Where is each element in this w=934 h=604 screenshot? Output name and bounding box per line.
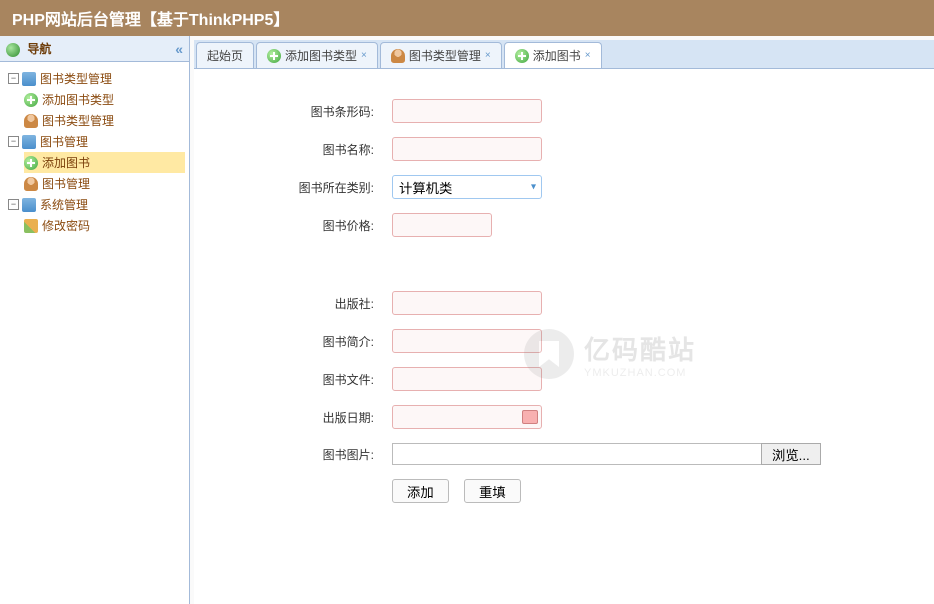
user-icon [391,49,405,63]
tab-close-icon[interactable]: × [361,50,367,61]
label-date: 出版日期: [234,409,374,426]
select-category[interactable] [392,175,542,199]
header-title: PHP网站后台管理【基于ThinkPHP5】 [12,12,289,29]
add-icon [24,156,38,170]
input-barcode[interactable] [392,99,542,123]
tab-label: 起始页 [207,47,243,64]
label-file: 图书文件: [234,371,374,388]
input-image-path[interactable] [392,443,762,465]
label-publisher: 出版社: [234,295,374,312]
calendar-icon[interactable] [522,410,538,424]
tree-toggle-icon[interactable]: − [8,199,19,210]
pencil-icon [24,219,38,233]
tree-node-book-mgmt[interactable]: − 图书管理 [8,131,185,152]
user-icon [24,177,38,191]
tree-node-change-password[interactable]: 修改密码 [24,215,185,236]
tree-node-book-type-mgmt[interactable]: − 图书类型管理 [8,68,185,89]
form-panel: 图书条形码: 图书名称: 图书所在类别: ▾ 图书价格: 出版社: [194,69,934,604]
label-category: 图书所在类别: [234,179,374,196]
tab-book-type-mgmt[interactable]: 图书类型管理 × [380,42,502,68]
tree-node-book-type-list[interactable]: 图书类型管理 [24,110,185,131]
tree-node-book-list[interactable]: 图书管理 [24,173,185,194]
label-price: 图书价格: [234,217,374,234]
globe-icon [6,43,20,57]
input-publisher[interactable] [392,291,542,315]
tab-close-icon[interactable]: × [585,50,591,61]
submit-button[interactable]: 添加 [392,479,449,503]
app-icon [22,198,36,212]
input-name[interactable] [392,137,542,161]
input-price[interactable] [392,213,492,237]
browse-button[interactable]: 浏览... [761,443,821,465]
app-icon [22,135,36,149]
input-file[interactable] [392,367,542,391]
label-barcode: 图书条形码: [234,103,374,120]
tab-add-book-type[interactable]: 添加图书类型 × [256,42,378,68]
input-date[interactable] [392,405,542,429]
add-icon [24,93,38,107]
label-image: 图书图片: [234,446,374,463]
user-icon [24,114,38,128]
content-area: 起始页 添加图书类型 × 图书类型管理 × 添加图书 × 图书条形码: [190,36,934,604]
tree-node-add-book-type[interactable]: 添加图书类型 [24,89,185,110]
label-name: 图书名称: [234,141,374,158]
tab-label: 图书类型管理 [409,47,481,64]
reset-button[interactable]: 重填 [464,479,521,503]
app-icon [22,72,36,86]
label-intro: 图书简介: [234,333,374,350]
tab-bar: 起始页 添加图书类型 × 图书类型管理 × 添加图书 × [194,40,934,69]
add-icon [515,49,529,63]
tree-node-system-mgmt[interactable]: − 系统管理 [8,194,185,215]
tab-add-book[interactable]: 添加图书 × [504,42,602,68]
add-icon [267,49,281,63]
tree-node-add-book[interactable]: 添加图书 [24,152,185,173]
sidebar: 导航 « − 图书类型管理 添加图书类型 图书类型管理 − [0,36,190,604]
main-layout: 导航 « − 图书类型管理 添加图书类型 图书类型管理 − [0,36,934,604]
tab-label: 添加图书 [533,47,581,64]
tab-label: 添加图书类型 [285,47,357,64]
input-intro[interactable] [392,329,542,353]
tree-toggle-icon[interactable]: − [8,136,19,147]
nav-tree: − 图书类型管理 添加图书类型 图书类型管理 − 图书管理 [0,62,189,242]
header-bar: PHP网站后台管理【基于ThinkPHP5】 [0,0,934,36]
tab-start[interactable]: 起始页 [196,42,254,68]
collapse-icon[interactable]: « [175,41,183,57]
sidebar-title: 导航 [27,42,51,56]
tab-close-icon[interactable]: × [485,50,491,61]
tree-toggle-icon[interactable]: − [8,73,19,84]
sidebar-header: 导航 « [0,36,189,62]
